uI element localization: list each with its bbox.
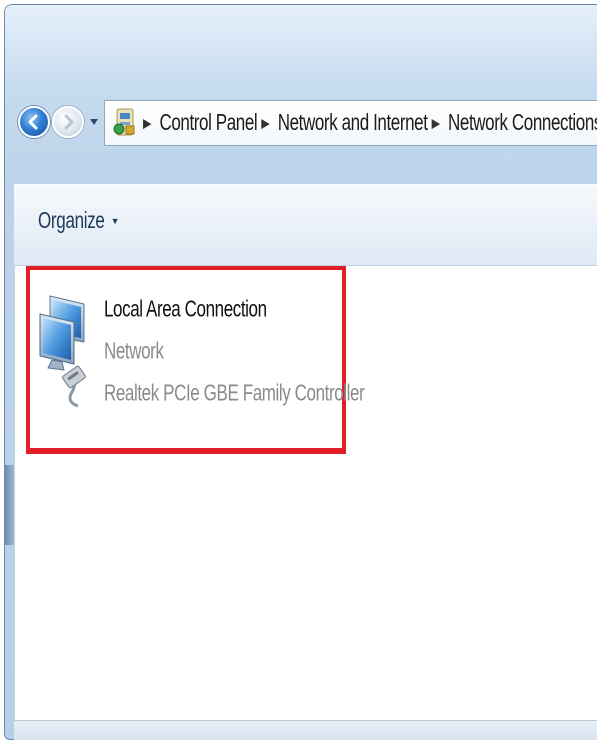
breadcrumb-network-and-internet[interactable]: Network and Internet <box>278 110 428 137</box>
organize-label: Organize <box>38 207 105 234</box>
breadcrumb-separator[interactable]: ▶ <box>432 115 440 130</box>
breadcrumb-separator[interactable]: ▶ <box>143 115 151 130</box>
command-toolbar: Organize ▼ <box>14 184 597 266</box>
back-arrow-icon <box>28 114 38 130</box>
breadcrumb-separator[interactable]: ▶ <box>261 115 269 130</box>
forward-button[interactable] <box>52 106 84 138</box>
navigation-bar: ▶ Control Panel ▶ Network and Internet ▶… <box>14 94 597 164</box>
connection-details: Local Area Connection Network Realtek PC… <box>104 296 365 422</box>
connection-name: Local Area Connection <box>104 296 267 322</box>
connection-item-local-area[interactable]: Local Area Connection Network Realtek PC… <box>38 288 365 438</box>
chevron-down-icon <box>90 119 98 125</box>
window-title-area <box>5 5 597 91</box>
back-button[interactable] <box>18 106 50 138</box>
connection-status: Network <box>104 338 164 364</box>
breadcrumb-control-panel[interactable]: Control Panel <box>159 110 257 137</box>
address-bar[interactable]: ▶ Control Panel ▶ Network and Internet ▶… <box>104 100 597 146</box>
network-adapter-icon <box>38 290 98 410</box>
control-panel-icon <box>111 103 139 143</box>
status-bar <box>14 720 597 740</box>
recent-pages-dropdown[interactable] <box>89 116 99 128</box>
connection-adapter: Realtek PCIe GBE Family Controller <box>104 380 365 406</box>
forward-arrow-icon <box>64 114 74 130</box>
chevron-down-icon: ▼ <box>110 216 120 226</box>
organize-menu-button[interactable]: Organize ▼ <box>38 208 120 234</box>
breadcrumb-network-connections[interactable]: Network Connections <box>448 110 597 137</box>
